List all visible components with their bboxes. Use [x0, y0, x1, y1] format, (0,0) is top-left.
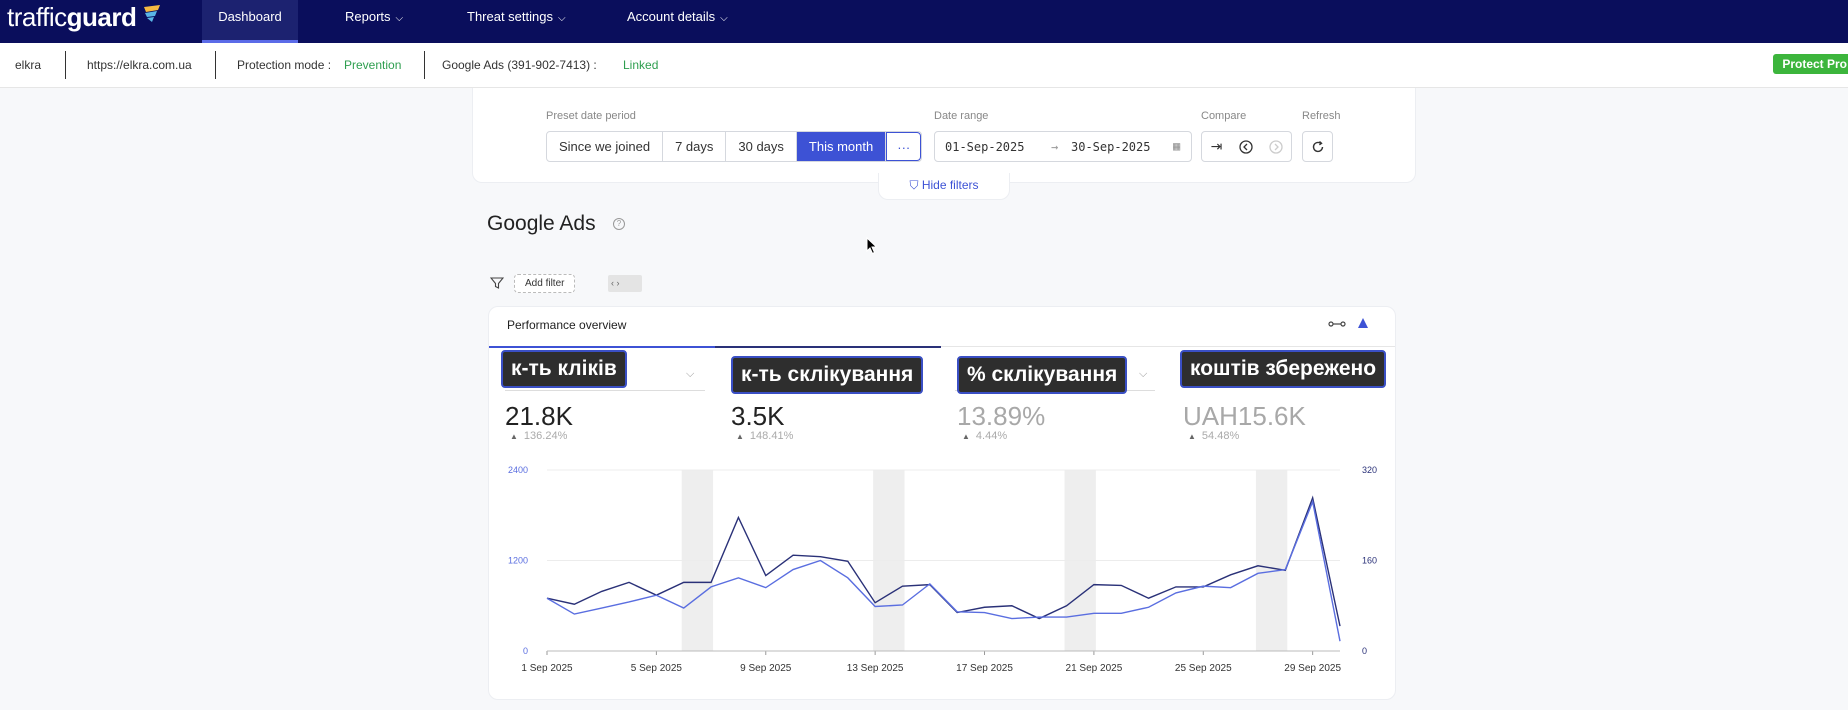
x-tick-label: 17 Sep 2025 — [956, 663, 1013, 674]
x-tick-label: 9 Sep 2025 — [740, 663, 792, 674]
x-tick-label: 21 Sep 2025 — [1066, 663, 1123, 674]
y-left-tick-label: 2400 — [508, 465, 528, 475]
x-tick-label: 29 Sep 2025 — [1284, 663, 1341, 674]
x-tick-label: 5 Sep 2025 — [631, 663, 683, 674]
mouse-cursor-icon — [866, 237, 878, 255]
series-line-1 — [546, 495, 1341, 627]
y-right-tick-label: 0 — [1362, 646, 1367, 656]
y-left-tick-label: 0 — [523, 646, 528, 656]
x-tick-label: 1 Sep 2025 — [521, 663, 573, 674]
y-left-tick-label: 1200 — [508, 556, 528, 566]
x-tick-label: 13 Sep 2025 — [847, 663, 904, 674]
series-line-2 — [546, 499, 1341, 642]
performance-chart: 0 1200 2400 0 160 320 1 Sep 2025 5 Sep 2025 9 Se… — [508, 465, 1377, 674]
x-tick-label: 25 Sep 2025 — [1175, 663, 1232, 674]
y-right-tick-label: 160 — [1362, 556, 1377, 566]
y-right-tick-label: 320 — [1362, 465, 1377, 475]
